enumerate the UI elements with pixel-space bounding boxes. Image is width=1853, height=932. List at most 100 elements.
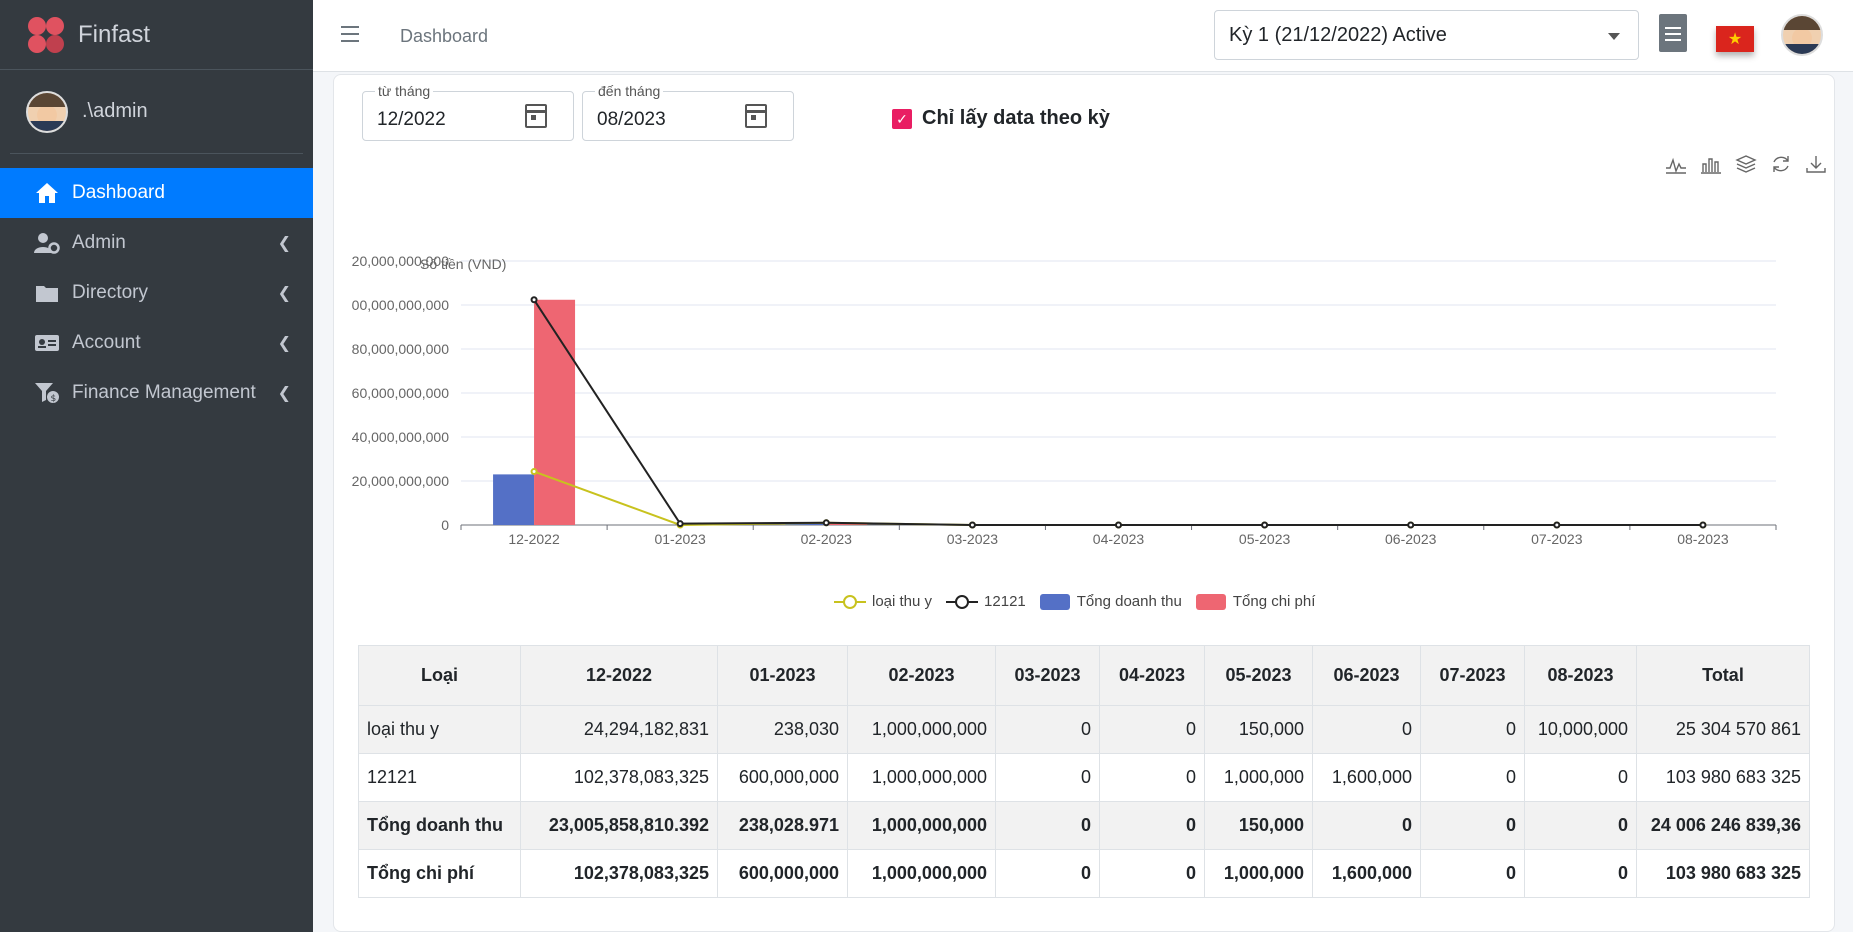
document-icon[interactable]: [1659, 14, 1687, 52]
table-cell: 1,600,000: [1312, 849, 1421, 898]
table-cell: 24,294,182,831: [520, 705, 718, 754]
col-header: 08-2023: [1524, 645, 1637, 706]
sidebar-item-finance-management[interactable]: $ Finance Management ❮: [0, 368, 313, 418]
col-header: 02-2023: [847, 645, 996, 706]
table-row: Tổng chi phí 102,378,083,325 600,000,000 1,…: [358, 849, 1810, 898]
table-cell: 0: [1099, 849, 1205, 898]
funnel-dollar-icon: $: [34, 382, 60, 404]
chart-bars: [493, 299, 1452, 525]
data-point: [822, 519, 830, 527]
to-month-label: đến tháng: [595, 83, 664, 99]
vietnam-flag-icon[interactable]: ★: [1716, 26, 1754, 52]
col-header: 01-2023: [717, 645, 848, 706]
table-cell: 102,378,083,325: [520, 753, 718, 802]
hamburger-menu-icon[interactable]: [341, 26, 359, 42]
x-tick-label: 07-2023: [1531, 531, 1583, 547]
y-tick-label: 20,000,000,000: [352, 473, 449, 489]
table-cell: 238,028.971: [717, 801, 848, 850]
table-cell: 0: [995, 801, 1100, 850]
x-tick-label: 12-2022: [508, 531, 560, 547]
summary-table: Loại 12-2022 01-2023 02-2023 03-2023 04-…: [358, 645, 1810, 898]
data-point: [1699, 521, 1707, 529]
table-cell: 25 304 570 861: [1636, 705, 1810, 754]
col-header: 04-2023: [1099, 645, 1205, 706]
to-month-field[interactable]: đến tháng 08/2023: [582, 83, 794, 141]
sidebar-item-account[interactable]: Account ❮: [0, 318, 313, 368]
chart-legend: loại thu y 12121 Tổng doanh thu Tổng chi…: [834, 593, 1323, 610]
period-only-checkbox[interactable]: ✓: [892, 109, 912, 129]
col-header: 07-2023: [1420, 645, 1525, 706]
table-cell: 600,000,000: [717, 849, 848, 898]
table-cell: 102,378,083,325: [520, 849, 718, 898]
x-tick-label: 05-2023: [1239, 531, 1291, 547]
bar-chart-icon[interactable]: [1700, 153, 1722, 175]
table-cell: 1,000,000,000: [847, 801, 996, 850]
table-cell: 0: [1420, 849, 1525, 898]
stack-icon[interactable]: [1735, 153, 1757, 175]
table-cell: 23,005,858,810.392: [520, 801, 718, 850]
col-header: 06-2023: [1312, 645, 1421, 706]
table-cell: 1,000,000: [1204, 849, 1313, 898]
brand[interactable]: Finfast: [0, 0, 313, 70]
data-point: [1553, 521, 1561, 529]
brand-name: Finfast: [78, 20, 151, 48]
table-cell: 150,000: [1204, 705, 1313, 754]
table-cell: 10,000,000: [1524, 705, 1637, 754]
y-tick-label: 100,000,000,000: [352, 297, 449, 313]
table-cell: 0: [1524, 801, 1637, 850]
page-title: Dashboard: [400, 26, 489, 46]
period-select[interactable]: Kỳ 1 (21/12/2022) Active: [1214, 10, 1639, 60]
sidebar-item-label: Admin: [72, 232, 126, 253]
sidebar-item-admin[interactable]: Admin ❮: [0, 218, 313, 268]
row-label: Tổng doanh thu: [358, 801, 521, 850]
y-tick-label: 60,000,000,000: [352, 385, 449, 401]
y-tick-label: 120,000,000,000: [352, 253, 449, 269]
x-tick-label: 03-2023: [947, 531, 999, 547]
table-cell: 1,000,000,000: [847, 705, 996, 754]
data-point: [1261, 521, 1269, 529]
table-cell: 1,600,000: [1312, 753, 1421, 802]
legend-item-tong-chi-phi[interactable]: Tổng chi phí: [1195, 593, 1315, 610]
download-icon[interactable]: [1805, 153, 1827, 175]
revenue-cost-chart: Số tiền (VND) 020,000,000,00040,000,000,…: [352, 253, 1777, 547]
sidebar-item-dashboard[interactable]: Dashboard: [0, 168, 313, 218]
table-cell: 0: [1099, 801, 1205, 850]
line-chart-icon[interactable]: [1665, 153, 1687, 175]
from-month-value: 12/2022: [377, 109, 446, 130]
data-point: [530, 468, 538, 476]
chevron-left-icon: ❮: [277, 385, 291, 402]
calendar-icon[interactable]: [745, 104, 767, 128]
col-header: 03-2023: [995, 645, 1100, 706]
sidebar-nav: Dashboard Admin ❮ Directory ❮ Account ❮: [0, 168, 313, 418]
sidebar-item-directory[interactable]: Directory ❮: [0, 268, 313, 318]
col-header: Total: [1636, 645, 1810, 706]
table-cell: 103 980 683 325: [1636, 753, 1810, 802]
legend-item-tong-doanh-thu[interactable]: Tổng doanh thu: [1039, 593, 1182, 610]
data-point: [1115, 521, 1122, 529]
table-cell: 103 980 683 325: [1636, 849, 1810, 898]
avatar[interactable]: [1781, 14, 1823, 56]
sidebar: Finfast .\admin Dashboard Admin ❮ Direct…: [0, 0, 313, 932]
data-point: [968, 521, 976, 529]
table-cell: 0: [1420, 801, 1525, 850]
calendar-icon[interactable]: [525, 104, 547, 128]
table-cell: 24 006 246 839,36: [1636, 801, 1810, 850]
chevron-left-icon: ❮: [277, 235, 291, 252]
legend-item-loai-thu-y[interactable]: loại thu y: [834, 593, 932, 610]
home-icon: [34, 182, 60, 204]
user-panel[interactable]: .\admin: [10, 70, 303, 154]
table-header-row: Loại 12-2022 01-2023 02-2023 03-2023 04-…: [358, 645, 1810, 706]
restore-icon[interactable]: [1770, 153, 1792, 175]
bar: [534, 299, 576, 525]
table-cell: 600,000,000: [717, 753, 848, 802]
from-month-field[interactable]: từ tháng 12/2022: [362, 83, 574, 141]
period-only-label: Chỉ lấy data theo kỳ: [922, 107, 1110, 129]
x-tick-label: 04-2023: [1093, 531, 1145, 547]
dashboard-card: từ tháng 12/2022 đến tháng 08/2023 ✓ Chỉ…: [333, 74, 1835, 932]
x-tick-label: 08-2023: [1677, 531, 1729, 547]
chevron-left-icon: ❮: [277, 335, 291, 352]
from-month-label: từ tháng: [375, 83, 434, 99]
legend-item-12121[interactable]: 12121: [946, 593, 1026, 610]
table-cell: 0: [1524, 849, 1637, 898]
topbar: Dashboard Kỳ 1 (21/12/2022) Active ★: [313, 0, 1853, 72]
